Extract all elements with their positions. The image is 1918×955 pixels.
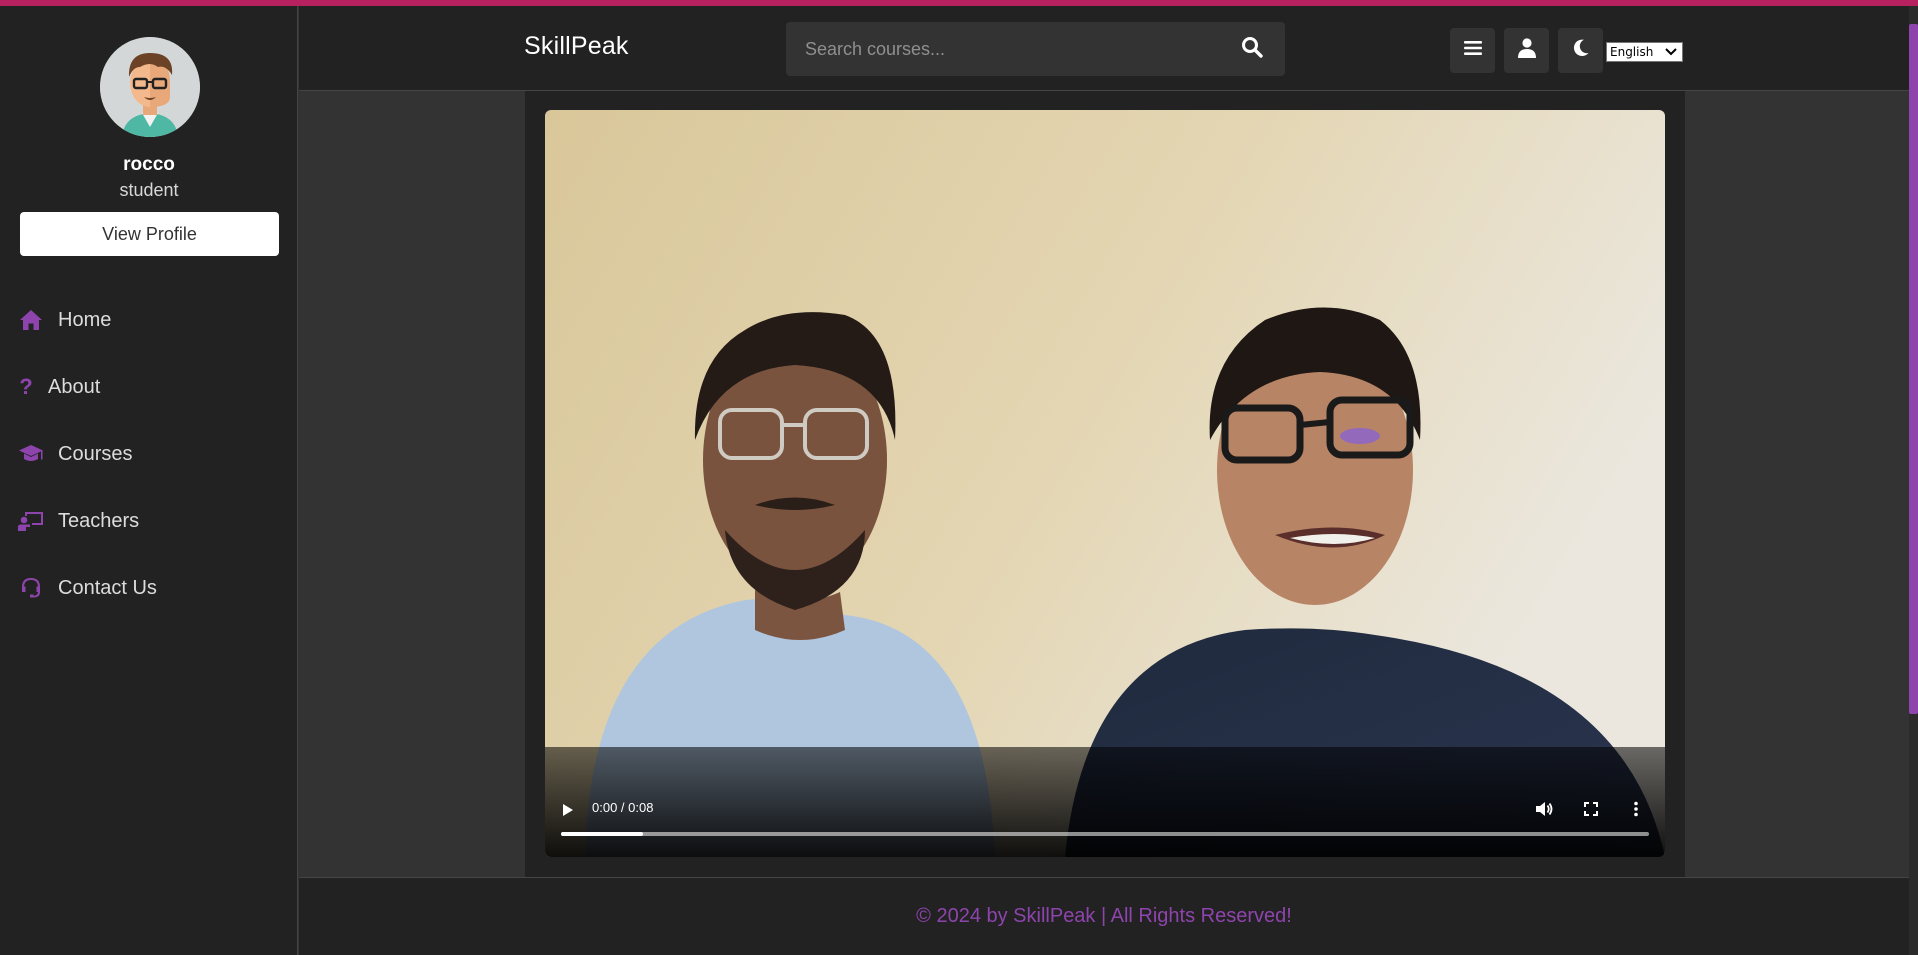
page-scrollbar[interactable] bbox=[1909, 6, 1918, 955]
question-icon: ? bbox=[19, 374, 33, 399]
search-icon[interactable] bbox=[1241, 36, 1267, 62]
sidebar-item-courses[interactable]: Courses bbox=[18, 438, 132, 470]
sidebar-item-about[interactable]: ? About bbox=[18, 371, 100, 403]
sidebar-item-label: Teachers bbox=[58, 509, 140, 532]
sidebar-item-label: About bbox=[48, 375, 101, 398]
moon-icon bbox=[1572, 39, 1590, 62]
footer: © 2024 by SkillPeak | All Rights Reserve… bbox=[299, 877, 1909, 955]
theme-toggle-button[interactable] bbox=[1558, 28, 1603, 73]
search-input[interactable] bbox=[786, 22, 1226, 76]
volume-icon[interactable] bbox=[1535, 801, 1553, 822]
video-player[interactable]: 0:00 / 0:08 bbox=[545, 110, 1665, 857]
video-time: 0:00 / 0:08 bbox=[592, 800, 654, 815]
chevron-down-icon bbox=[1665, 48, 1677, 56]
user-icon bbox=[1517, 38, 1536, 63]
footer-copyright: © 2024 by SkillPeak | All Rights Reserve… bbox=[916, 905, 1292, 927]
play-icon[interactable] bbox=[562, 803, 574, 822]
sidebar: rocco student View Profile Home ? About … bbox=[0, 6, 298, 955]
video-frame bbox=[545, 110, 1665, 857]
menu-button[interactable] bbox=[1450, 28, 1495, 73]
menu-icon bbox=[1463, 40, 1482, 61]
home-icon bbox=[18, 307, 44, 333]
username: rocco bbox=[123, 154, 175, 175]
language-select[interactable]: English bbox=[1606, 42, 1683, 62]
user-button[interactable] bbox=[1504, 28, 1549, 73]
more-options-icon[interactable] bbox=[1633, 801, 1639, 822]
graduation-cap-icon bbox=[18, 441, 44, 467]
headset-icon bbox=[18, 575, 44, 601]
sidebar-item-home[interactable]: Home bbox=[18, 304, 111, 336]
sidebar-item-label: Courses bbox=[58, 442, 133, 465]
user-role: student bbox=[119, 180, 179, 200]
language-selected-value: English bbox=[1610, 45, 1654, 59]
fullscreen-icon[interactable] bbox=[1584, 802, 1598, 821]
scrollbar-thumb[interactable] bbox=[1909, 24, 1918, 714]
video-progress-buffered bbox=[561, 832, 643, 836]
avatar-image bbox=[100, 37, 200, 137]
sidebar-item-contact-us[interactable]: Contact Us bbox=[18, 572, 157, 604]
sidebar-item-label: Contact Us bbox=[58, 576, 157, 599]
sidebar-item-label: Home bbox=[58, 308, 112, 331]
search-box bbox=[786, 22, 1285, 76]
header: SkillPeak English bbox=[299, 6, 1918, 91]
site-logo[interactable]: SkillPeak bbox=[524, 32, 629, 61]
sidebar-item-teachers[interactable]: Teachers bbox=[18, 505, 139, 537]
video-progress-bar[interactable] bbox=[561, 832, 1649, 836]
view-profile-button[interactable]: View Profile bbox=[20, 212, 279, 256]
chalkboard-teacher-icon bbox=[18, 508, 44, 534]
avatar[interactable] bbox=[100, 37, 200, 137]
video-controls bbox=[545, 747, 1665, 857]
